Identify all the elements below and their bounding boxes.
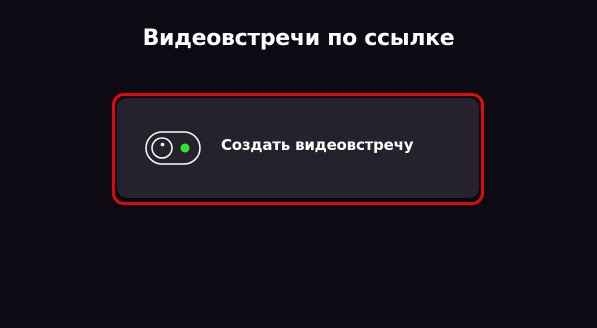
- create-meeting-button[interactable]: Создать видеовстречу: [117, 98, 479, 198]
- camera-toggle-icon: [145, 131, 201, 165]
- page-title: Видеовстречи по ссылке: [142, 26, 455, 51]
- create-meeting-label: Создать видеовстречу: [221, 136, 414, 154]
